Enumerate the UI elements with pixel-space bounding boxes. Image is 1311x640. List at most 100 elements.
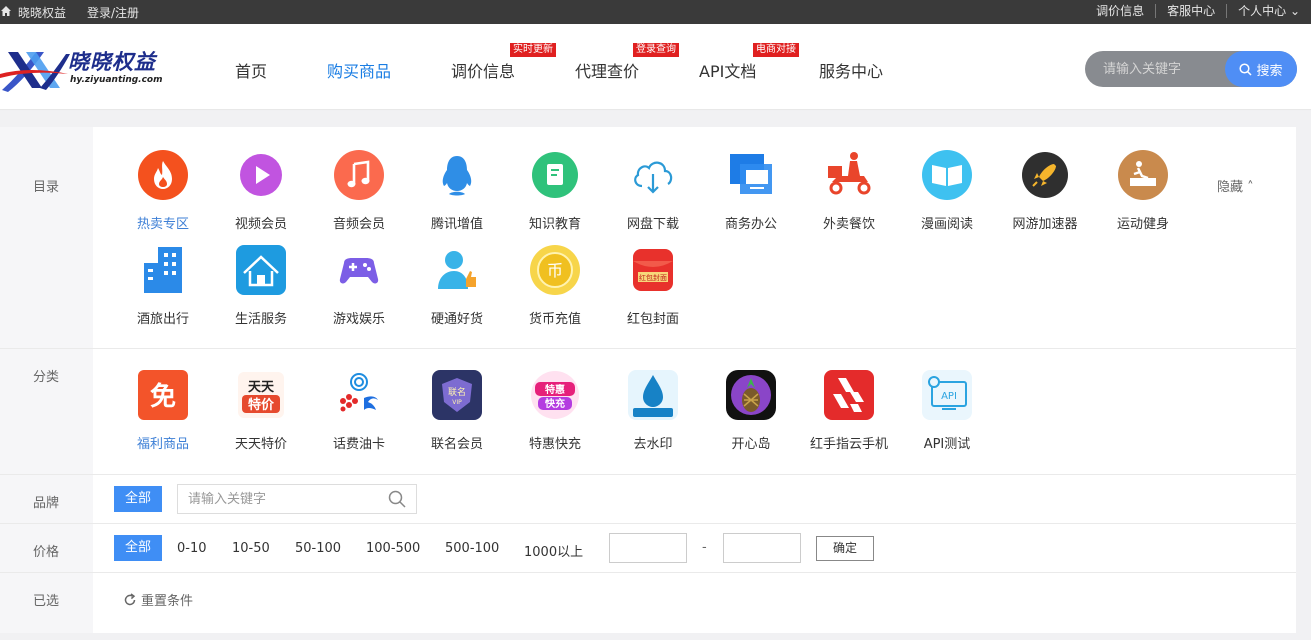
coin-glyph: 币 (547, 261, 563, 280)
catalog-item-travel[interactable]: 酒旅出行 (114, 245, 212, 327)
co-brand-glyph-bottom: VIP (452, 399, 462, 406)
qq-penguin-icon (432, 150, 482, 200)
monitor-icon (726, 150, 776, 200)
price-option[interactable]: 500-100 (445, 541, 499, 556)
divider (0, 572, 1296, 573)
nav-price-info[interactable]: 调价信息 (451, 58, 515, 82)
fast-glyph-top: 特惠 (545, 383, 565, 396)
category-item-cloud-phone[interactable]: 红手指云手机 (800, 370, 898, 452)
fast-recharge-icon: 特惠 快充 (530, 370, 580, 420)
personal-center-link[interactable]: 个人中心 ⌄ (1226, 4, 1311, 18)
catalog-item-tencent[interactable]: 腾讯增值 (408, 150, 506, 232)
catalog-item-label: 视频会员 (234, 217, 287, 232)
category-item-daily-deal[interactable]: 天天 特价 天天特价 (212, 370, 310, 452)
red-envelope-icon: 红包封面 (628, 245, 678, 295)
price-confirm-button[interactable]: 确定 (816, 536, 874, 561)
cloud-download-icon (628, 150, 678, 200)
catalog-item-red-packet[interactable]: 红包封面 红包封面 (604, 245, 702, 327)
top-bar: 晓晓权益 登录/注册 调价信息 客服中心 个人中心 ⌄ (0, 0, 1311, 24)
vip-shield-icon: 联名 VIP (432, 370, 482, 420)
catalog-item-hot-sale[interactable]: 热卖专区 (114, 150, 212, 232)
catalog-item-fitness[interactable]: 运动健身 (1094, 150, 1192, 232)
catalog-item-label: 外卖餐饮 (822, 217, 875, 232)
nav-home[interactable]: 首页 (235, 58, 267, 82)
catalog-item-cloud-download[interactable]: 网盘下载 (604, 150, 702, 232)
customer-service-link[interactable]: 客服中心 (1155, 4, 1226, 18)
daily-glyph-top: 天天 (248, 380, 275, 395)
price-option[interactable]: 0-10 (177, 541, 207, 556)
search-button-label: 搜索 (1256, 63, 1283, 79)
nav-agent-pricing[interactable]: 代理查价 (575, 58, 639, 82)
category-item-watermark[interactable]: 去水印 (604, 370, 702, 452)
home-icon[interactable] (0, 5, 12, 17)
reset-conditions-button[interactable]: 重置条件 (123, 590, 193, 609)
header-search-input[interactable] (1085, 51, 1225, 87)
site-name-link[interactable]: 晓晓权益 (18, 4, 66, 21)
brand-search-input[interactable] (178, 485, 378, 513)
category-item-label: 福利商品 (136, 437, 189, 452)
category-item-label: 红手指云手机 (809, 437, 888, 452)
price-option[interactable]: 100-500 (366, 541, 420, 556)
music-note-icon (334, 150, 384, 200)
search-icon[interactable] (388, 490, 406, 508)
price-min-input[interactable] (609, 533, 687, 563)
catalog-label: 目录 (33, 180, 60, 195)
category-item-welfare[interactable]: 免 福利商品 (114, 370, 212, 452)
co-brand-glyph-top: 联名 (448, 386, 466, 398)
catalog-item-comics[interactable]: 漫画阅读 (898, 150, 996, 232)
price-all-button[interactable]: 全部 (114, 535, 162, 561)
red-packet-glyph: 红包封面 (639, 273, 667, 282)
catalog-item-office[interactable]: 商务办公 (702, 150, 800, 232)
reset-conditions-label: 重置条件 (141, 594, 194, 609)
nav-buy-goods[interactable]: 购买商品 (327, 58, 391, 82)
badge-login-query: 登录查询 (633, 43, 679, 57)
running-icon (1118, 150, 1168, 200)
category-item-happy-island[interactable]: 开心岛 (702, 370, 800, 452)
catalog-item-game-booster[interactable]: 网游加速器 (996, 150, 1094, 232)
catalog-item-label: 腾讯增值 (430, 217, 483, 232)
catalog-item-education[interactable]: 知识教育 (506, 150, 604, 232)
logo[interactable]: 晓晓权益 hy.ziyuanting.com (0, 44, 180, 96)
catalog-item-games[interactable]: 游戏娱乐 (310, 245, 408, 327)
category-item-fast-recharge[interactable]: 特惠 快充 特惠快充 (506, 370, 604, 452)
api-glyph: API (941, 391, 957, 402)
building-icon (138, 245, 188, 295)
daily-glyph-bottom: 特价 (248, 397, 275, 413)
catalog-item-food-delivery[interactable]: 外卖餐饮 (800, 150, 898, 232)
gamepad-icon (334, 245, 384, 295)
nav-api-docs[interactable]: API文档 (699, 58, 756, 82)
free-glyph: 免 (150, 381, 176, 412)
play-icon (236, 150, 286, 200)
price-info-link[interactable]: 调价信息 (1085, 4, 1155, 18)
flame-icon (138, 150, 188, 200)
category-item-co-brand[interactable]: 联名 VIP 联名会员 (408, 370, 506, 452)
nav-service-center[interactable]: 服务中心 (819, 58, 883, 82)
divider (0, 523, 1296, 524)
catalog-item-currency[interactable]: 币 货币充值 (506, 245, 604, 327)
category-item-label: 联名会员 (430, 437, 483, 452)
login-register-link[interactable]: 登录/注册 (87, 4, 139, 21)
category-item-label: 话费油卡 (332, 437, 385, 452)
catalog-item-life-service[interactable]: 生活服务 (212, 245, 310, 327)
catalog-item-label: 商务办公 (724, 217, 777, 232)
price-max-input[interactable] (723, 533, 801, 563)
catalog-item-label: 热卖专区 (136, 217, 189, 232)
brand-all-button[interactable]: 全部 (114, 486, 162, 512)
price-option[interactable]: 1000以上 (524, 541, 583, 560)
catalog-item-video-vip[interactable]: 视频会员 (212, 150, 310, 232)
search-button[interactable]: 搜索 (1225, 51, 1297, 87)
selected-label: 已选 (33, 594, 60, 609)
category-item-api-test[interactable]: API API测试 (898, 370, 996, 452)
catalog-item-label: 货币充值 (528, 312, 581, 327)
category-item-phone-fuel[interactable]: 话费油卡 (310, 370, 408, 452)
price-option[interactable]: 50-100 (295, 541, 341, 556)
catalog-item-label: 知识教育 (528, 217, 581, 232)
hide-toggle-button[interactable]: 隐藏 ˄ (1217, 176, 1254, 195)
catalog-item-audio-vip[interactable]: 音频会员 (310, 150, 408, 232)
brand-search (177, 484, 417, 514)
logo-mark-icon (0, 52, 70, 92)
price-option[interactable]: 10-50 (232, 541, 270, 556)
search-icon (1239, 62, 1253, 76)
catalog-item-goods[interactable]: 硬通好货 (408, 245, 506, 327)
catalog-item-label: 酒旅出行 (136, 312, 189, 327)
